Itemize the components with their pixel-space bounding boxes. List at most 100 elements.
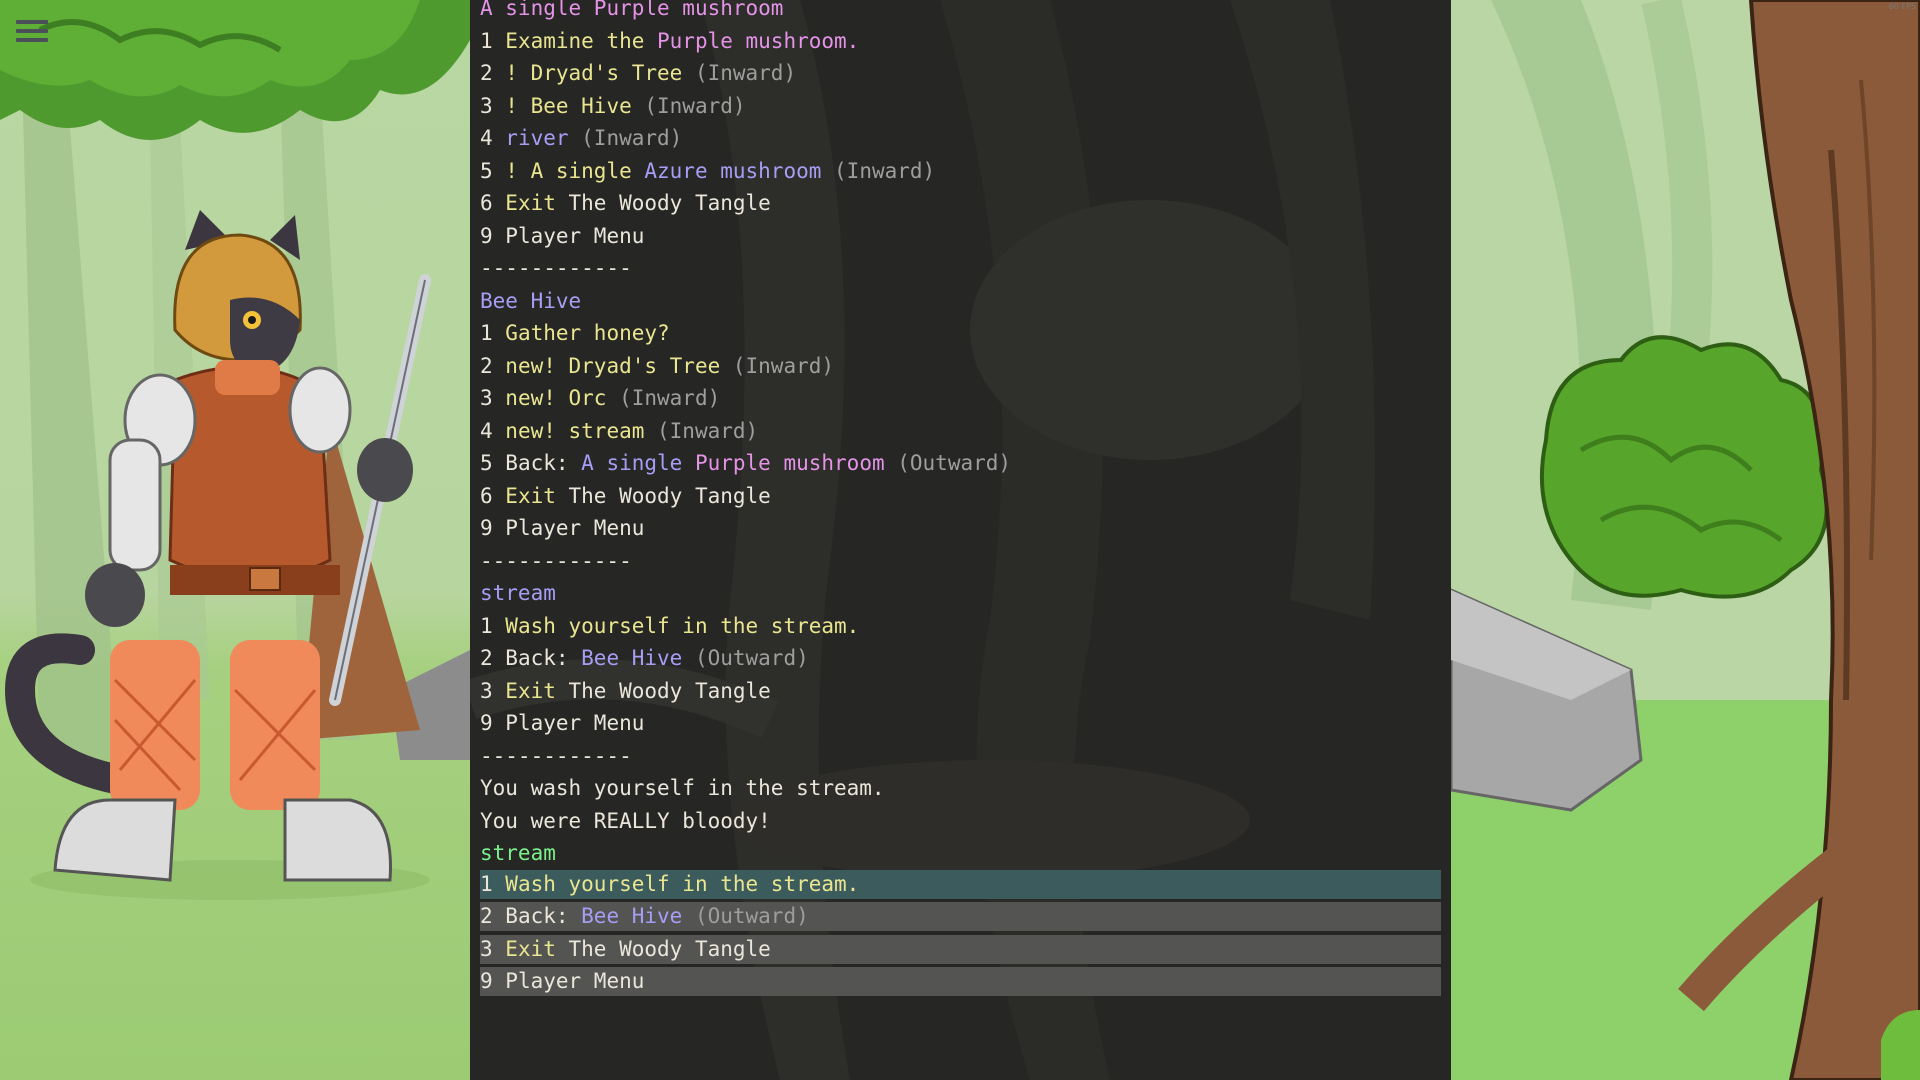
log-line-text: 1 xyxy=(480,321,506,345)
log-line-text: A single xyxy=(480,0,594,20)
choice-option-text: Player Menu xyxy=(505,969,645,993)
log-line-text: 9 xyxy=(480,516,506,540)
log-line-text: Wash yourself in the stream. xyxy=(505,613,860,638)
log-line-text: You wash yourself in the stream. xyxy=(480,776,885,800)
choice-option-text: Bee Hive xyxy=(581,904,695,928)
log-line: 3 new! Orc (Inward) xyxy=(480,382,1441,415)
log-line-text: 2 xyxy=(480,646,506,670)
log-line-text: river xyxy=(505,126,582,150)
log-line-text: Exit xyxy=(505,191,569,215)
log-line-text: Gather honey? xyxy=(505,321,670,345)
left-scene-panel xyxy=(0,0,470,1080)
log-line-text: 9 xyxy=(480,711,506,735)
log-line-text: 6 xyxy=(480,483,506,508)
log-line-text: Purple mushroom xyxy=(694,451,898,475)
game-text-panel: A single Purple mushroom 1 Examine the Pu… xyxy=(470,0,1451,1080)
log-line-text: (Inward) xyxy=(732,353,835,378)
log-line-text: The Woody Tangle xyxy=(568,678,771,703)
log-line: 6 Exit The Woody Tangle xyxy=(480,480,1441,513)
choice-option-text: (Outward) xyxy=(694,904,809,928)
log-line-text: stream xyxy=(480,581,556,605)
log-line: stream xyxy=(480,577,1441,610)
log-line: 9 Player Menu xyxy=(480,220,1441,253)
log-line-text: 2 xyxy=(480,353,506,378)
choice-option-text: 3 xyxy=(480,936,506,961)
log-line-text: Player Menu xyxy=(505,223,645,248)
log-line-text: ! Bee Hive xyxy=(505,93,645,118)
log-line: Bee Hive xyxy=(480,285,1441,318)
log-line-text: Exit xyxy=(505,483,569,508)
log-line: 3 Exit The Woody Tangle xyxy=(480,675,1441,708)
log-line: 1 Gather honey? xyxy=(480,317,1441,350)
log-line-text: The Woody Tangle xyxy=(568,483,771,508)
log-line-text: 9 xyxy=(480,223,506,248)
choice-option-text: 1 xyxy=(480,871,506,896)
log-line-text: (Inward) xyxy=(657,418,759,443)
log-line-text: (Inward) xyxy=(694,61,797,85)
choice-option[interactable]: 3 Exit The Woody Tangle xyxy=(480,934,1441,964)
message-log: A single Purple mushroom 1 Examine the Pu… xyxy=(480,0,1441,1000)
log-line: ------------ xyxy=(480,252,1441,285)
log-line: 3 ! Bee Hive (Inward) xyxy=(480,90,1441,123)
choice-option-text: 9 xyxy=(480,969,506,993)
log-line-text: (Inward) xyxy=(834,158,936,183)
log-line-text: ! Dryad's Tree xyxy=(505,61,695,85)
log-line-text: Examine the xyxy=(505,28,658,53)
log-line-text: Bee Hive xyxy=(581,646,695,670)
log-line-text: 6 xyxy=(480,191,506,215)
log-line-text: new! Orc xyxy=(505,386,620,410)
log-line-text: Player Menu xyxy=(505,711,645,735)
log-line-text: Exit xyxy=(505,678,569,703)
log-line: 6 Exit The Woody Tangle xyxy=(480,187,1441,220)
log-line-text: You were REALLY bloody! xyxy=(480,808,771,833)
log-line-text: ------------ xyxy=(480,743,632,768)
choice-option-text: Wash yourself in the stream. xyxy=(505,871,860,896)
log-line: 5 Back: A single Purple mushroom (Outwar… xyxy=(480,447,1441,480)
log-line-text: Bee Hive xyxy=(480,288,582,313)
choice-option-text: Back: xyxy=(505,904,582,928)
log-line: stream xyxy=(480,837,1441,870)
choice-option[interactable]: 2 Back: Bee Hive (Outward) xyxy=(480,902,1441,931)
log-line-text: 1 xyxy=(480,28,506,53)
log-line: 4 new! stream (Inward) xyxy=(480,415,1441,448)
log-line: 9 Player Menu xyxy=(480,512,1441,545)
log-line-text: new! stream xyxy=(505,418,658,443)
log-line-text: 1 xyxy=(480,613,506,638)
log-line: You were REALLY bloody! xyxy=(480,805,1441,838)
fps-counter: 60 FPS xyxy=(1888,2,1916,11)
log-line-text: 3 xyxy=(480,678,506,703)
log-line-text: 5 xyxy=(480,451,506,475)
right-scene-panel: 60 FPS xyxy=(1451,0,1920,1080)
log-line: A single Purple mushroom xyxy=(480,0,1441,25)
log-line-text: Purple mushroom. xyxy=(657,28,860,53)
log-line-text: (Outward) xyxy=(897,451,1012,475)
log-line-text: (Outward) xyxy=(694,646,809,670)
log-line-text: A single xyxy=(581,451,695,475)
choice-list: 1 Wash yourself in the stream. 2 Back: Be… xyxy=(480,869,1441,996)
log-line-text: 4 xyxy=(480,126,506,150)
log-line-text: The Woody Tangle xyxy=(568,191,771,215)
hamburger-menu-icon[interactable] xyxy=(16,20,48,46)
log-line: 4 river (Inward) xyxy=(480,122,1441,155)
log-line-text: ------------ xyxy=(480,256,632,280)
log-line: 1 Wash yourself in the stream. xyxy=(480,610,1441,643)
log-line: 5 ! A single Azure mushroom (Inward) xyxy=(480,155,1441,188)
choice-option[interactable]: 9 Player Menu xyxy=(480,967,1441,996)
log-line: 9 Player Menu xyxy=(480,707,1441,740)
forest-background-art-right xyxy=(1451,0,1920,1080)
log-line-text: Back: xyxy=(505,451,582,475)
log-line: 2 new! Dryad's Tree (Inward) xyxy=(480,350,1441,383)
log-line-text: ! A single xyxy=(505,158,645,183)
log-line-text: Purple mushroom xyxy=(593,0,784,20)
log-line: 2 ! Dryad's Tree (Inward) xyxy=(480,57,1441,90)
log-line-text: (Inward) xyxy=(644,93,746,118)
log-line: ------------ xyxy=(480,545,1441,578)
log-line: 2 Back: Bee Hive (Outward) xyxy=(480,642,1441,675)
log-line-text: Back: xyxy=(505,646,582,670)
log-line-text: Azure mushroom xyxy=(644,158,835,183)
choice-option[interactable]: 1 Wash yourself in the stream. xyxy=(480,869,1441,899)
log-line-text: Player Menu xyxy=(505,516,645,540)
log-line: You wash yourself in the stream. xyxy=(480,772,1441,805)
forest-background-art xyxy=(0,0,470,900)
log-line-text: 3 xyxy=(480,93,506,118)
